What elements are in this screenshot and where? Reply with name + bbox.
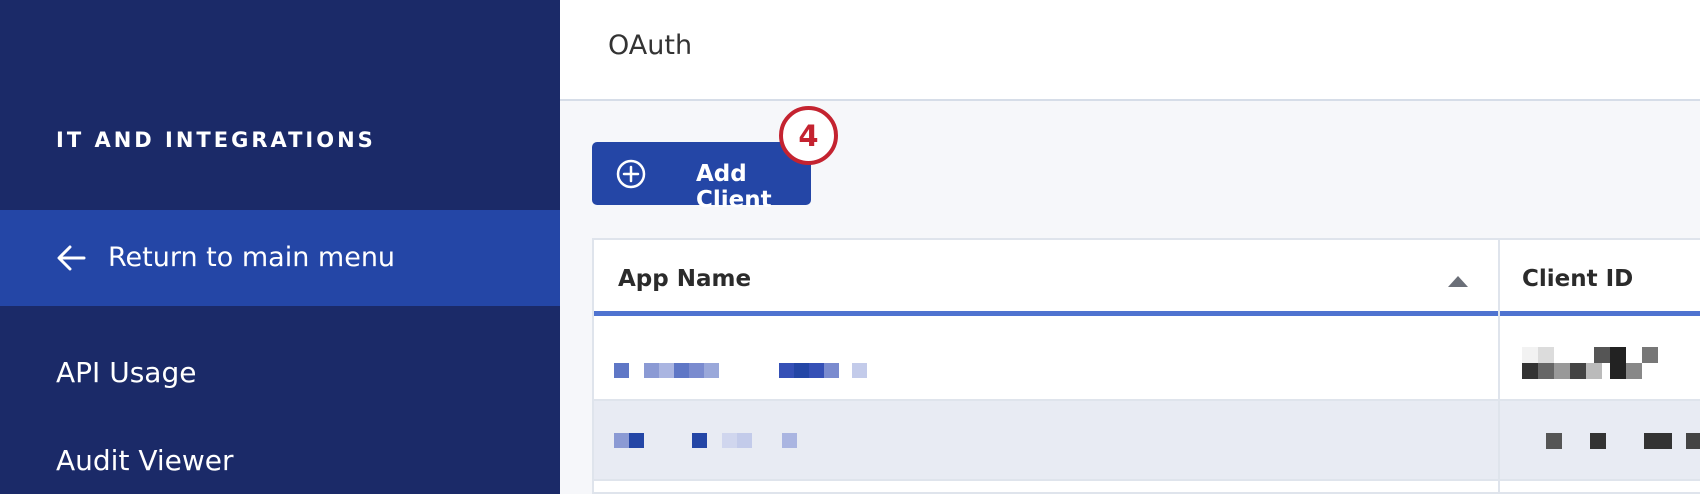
arrow-left-icon bbox=[57, 245, 86, 271]
column-header-client-id[interactable]: Client ID bbox=[1522, 266, 1633, 292]
page-title: OAuth bbox=[608, 30, 693, 61]
return-to-main-menu-label: Return to main menu bbox=[108, 242, 396, 273]
return-to-main-menu-button[interactable]: Return to main menu bbox=[0, 210, 560, 306]
page-header: OAuth bbox=[560, 0, 1700, 101]
plus-circle-icon bbox=[616, 159, 646, 189]
add-client-label: Add Client bbox=[696, 161, 772, 213]
main-content: OAuth Add Client 4 App Name Client ID bbox=[560, 0, 1700, 494]
add-client-button[interactable]: Add Client bbox=[592, 142, 811, 213]
step-number-badge: 4 bbox=[779, 106, 838, 165]
table-row[interactable] bbox=[594, 401, 1700, 481]
table-row[interactable] bbox=[594, 321, 1700, 401]
sort-ascending-icon[interactable] bbox=[1446, 274, 1470, 288]
column-header-app-name[interactable]: App Name bbox=[618, 266, 751, 292]
clients-table: App Name Client ID bbox=[592, 238, 1700, 494]
column-divider bbox=[1498, 240, 1500, 494]
sidebar-item-api-usage[interactable]: API Usage bbox=[56, 356, 196, 389]
app-window: IT AND INTEGRATIONS Return to main menu … bbox=[0, 0, 1700, 494]
sidebar-item-audit-viewer[interactable]: Audit Viewer bbox=[56, 444, 234, 477]
table-header: App Name Client ID bbox=[594, 240, 1700, 316]
sidebar-section-heading: IT AND INTEGRATIONS bbox=[56, 128, 376, 152]
sidebar: IT AND INTEGRATIONS Return to main menu … bbox=[0, 0, 560, 494]
